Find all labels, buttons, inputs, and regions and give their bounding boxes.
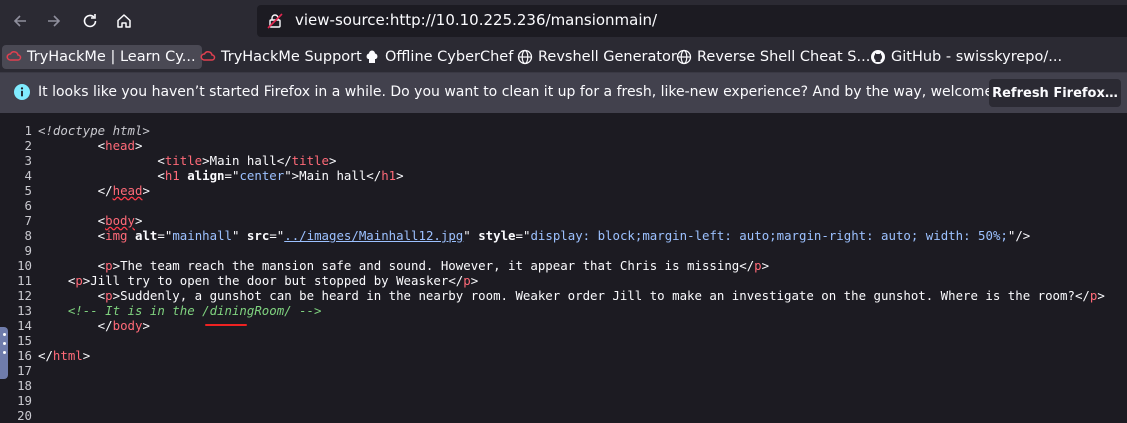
view-source-panel: 1 <!doctype html> 2 <head> 3 <title>Main … — [0, 114, 1127, 423]
tryhackme-icon — [200, 49, 216, 65]
globe-icon — [676, 49, 692, 65]
reload-button[interactable] — [78, 9, 102, 33]
arrow-right-icon — [48, 15, 61, 27]
info-icon — [14, 84, 30, 100]
title-text: Main hall — [209, 153, 277, 168]
reload-icon — [83, 14, 97, 28]
notification-message: It looks like you haven’t started Firefo… — [38, 84, 1037, 100]
bookmark-cyberchef[interactable]: Offline CyberChef — [364, 45, 513, 69]
globe-icon — [517, 49, 533, 65]
url-bar[interactable]: view-source:http://10.10.225.236/mansion… — [257, 5, 1127, 37]
bookmark-reverse-shell-cheat[interactable]: Reverse Shell Cheat S... — [676, 45, 870, 69]
insecure-lock-icon[interactable] — [266, 12, 284, 30]
sidebar-handle[interactable] — [0, 327, 8, 379]
github-icon — [870, 49, 886, 65]
html-comment: <!-- It is in the /diningRoom/ --> — [67, 303, 322, 318]
chef-hat-icon — [364, 49, 380, 65]
bookmark-github[interactable]: GitHub - swisskyrepo/... — [870, 45, 1062, 69]
forward-button[interactable] — [42, 9, 66, 33]
bookmarks-toolbar: TryHackMe | Learn Cy... TryHackMe Suppor… — [0, 42, 1127, 73]
home-icon — [117, 14, 131, 28]
home-button[interactable] — [112, 9, 136, 33]
refresh-firefox-button[interactable]: Refresh Firefox… — [989, 79, 1121, 107]
back-button[interactable] — [8, 9, 32, 33]
red-underline-annotation — [205, 324, 247, 326]
tryhackme-icon — [6, 49, 22, 65]
url-text: view-source:http://10.10.225.236/mansion… — [295, 11, 658, 29]
bookmark-revshell-generator[interactable]: Revshell Generator — [517, 45, 677, 69]
doctype: <!doctype html> — [38, 123, 150, 138]
notification-bar: It looks like you haven’t started Firefo… — [0, 73, 1127, 113]
bookmark-tryhackme-support[interactable]: TryHackMe Support — [200, 45, 362, 69]
image-src-link[interactable]: ../images/Mainhall12.jpg — [284, 228, 463, 243]
browser-toolbar: view-source:http://10.10.225.236/mansion… — [0, 0, 1127, 42]
arrow-left-icon — [13, 15, 26, 27]
bookmark-tryhackme[interactable]: TryHackMe | Learn Cy... — [2, 45, 202, 69]
